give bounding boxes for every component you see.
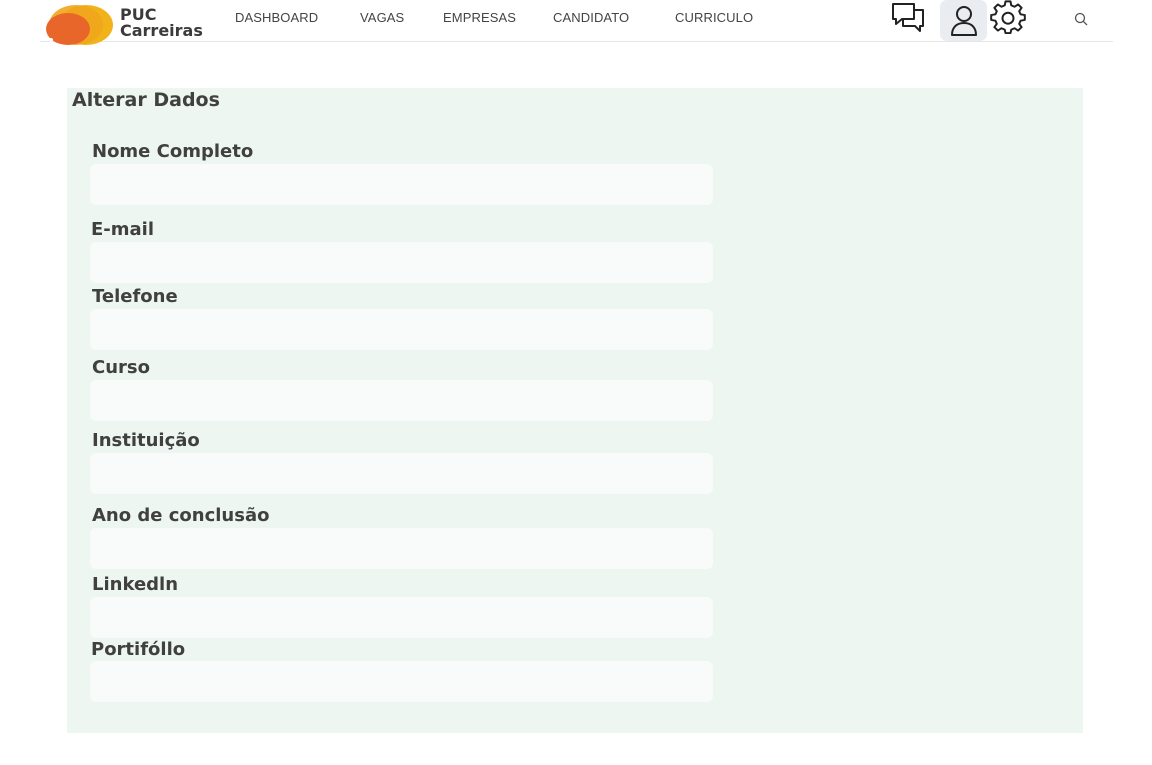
settings-button[interactable] [988, 0, 1028, 36]
profile-button[interactable] [940, 0, 987, 41]
nav-item-vagas[interactable]: VAGAS [360, 10, 404, 25]
logo-mark-icon [46, 5, 113, 45]
portifolio-label: Portifóllo [91, 639, 186, 660]
curso-input[interactable] [90, 380, 713, 421]
nome-completo-label: Nome Completo [92, 141, 254, 162]
logo-text-line2: Carreiras [120, 21, 203, 40]
nav-item-dashboard[interactable]: DASHBOARD [235, 10, 318, 25]
telefone-input[interactable] [90, 309, 713, 350]
page-title: Alterar Dados [72, 89, 220, 111]
top-navigation-bar: PUC Carreiras DASHBOARD VAGAS EMPRESAS C… [40, 0, 1113, 45]
puc-carreiras-logo[interactable]: PUC Carreiras [44, 1, 204, 45]
search-button[interactable] [1070, 8, 1092, 30]
nome-completo-input[interactable] [90, 164, 713, 205]
linkedin-label: Linkedln [92, 574, 179, 595]
nav-item-empresas[interactable]: EMPRESAS [443, 10, 516, 25]
email-input[interactable] [90, 242, 713, 283]
messages-button[interactable] [888, 0, 928, 36]
portifolio-input[interactable] [90, 661, 713, 702]
alterar-dados-panel: Alterar Dados Nome Completo E-mail Telef… [67, 88, 1083, 733]
curso-label: Curso [92, 357, 150, 378]
logo-text: PUC Carreiras [120, 7, 203, 39]
ano-conclusao-input[interactable] [90, 528, 713, 569]
email-label: E-mail [91, 219, 155, 240]
linkedin-input[interactable] [90, 597, 713, 638]
instituicao-label: Instituição [92, 430, 200, 451]
gear-icon [990, 0, 1026, 35]
ano-conclusao-label: Ano de conclusão [92, 505, 270, 526]
search-icon [1074, 12, 1088, 26]
user-icon [950, 5, 977, 36]
instituicao-input[interactable] [90, 453, 713, 494]
chat-bubbles-icon [892, 3, 924, 32]
telefone-label: Telefone [92, 286, 178, 307]
nav-item-candidato[interactable]: CANDIDATO [553, 10, 629, 25]
nav-item-curriculo[interactable]: CURRICULO [675, 10, 753, 25]
